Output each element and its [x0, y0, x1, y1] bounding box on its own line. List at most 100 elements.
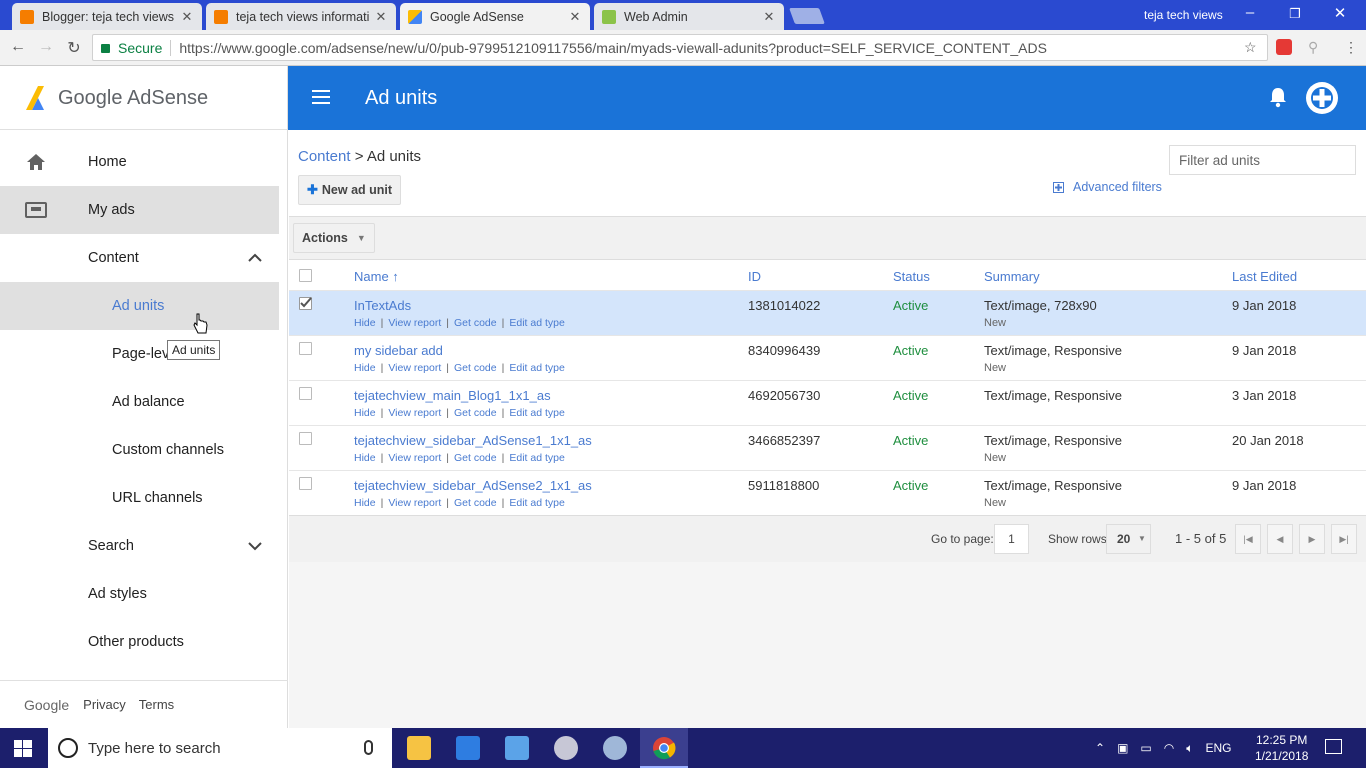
windows-start-icon[interactable] — [14, 740, 32, 760]
row-action-link[interactable]: View report — [388, 407, 441, 419]
row-checkbox[interactable] — [299, 432, 312, 445]
sidebar-item-content[interactable]: Content — [0, 234, 279, 282]
app-icon[interactable] — [603, 736, 627, 760]
row-action-link[interactable]: Edit ad type — [509, 452, 564, 464]
row-action-link[interactable]: Edit ad type — [509, 317, 564, 329]
row-action-link[interactable]: Edit ad type — [509, 407, 564, 419]
advanced-filters-link[interactable]: Advanced filters — [1053, 180, 1162, 194]
microphone-icon[interactable] — [364, 740, 373, 755]
row-action-link[interactable]: Hide — [354, 452, 376, 464]
url-text[interactable]: https://www.google.com/adsense/new/u/0/p… — [179, 40, 1047, 56]
account-avatar[interactable] — [1306, 82, 1338, 114]
first-page-icon[interactable]: |◀ — [1235, 524, 1261, 554]
ad-unit-name-link[interactable]: tejatechview_sidebar_AdSense1_1x1_as — [354, 433, 592, 448]
row-action-link[interactable]: Get code — [454, 407, 497, 419]
row-action-link[interactable]: Hide — [354, 407, 376, 419]
restore-icon[interactable]: ❐ — [1275, 6, 1315, 22]
chevron-up-icon[interactable] — [248, 250, 262, 266]
terms-link[interactable]: Terms — [139, 697, 174, 712]
reload-icon[interactable]: ↻ — [64, 38, 84, 58]
row-action-link[interactable]: View report — [388, 362, 441, 374]
profile-name[interactable]: teja tech views — [1144, 8, 1223, 22]
table-row[interactable]: tejatechview_sidebar_AdSense1_1x1_as Hide… — [289, 425, 1366, 470]
sidebar-item-other-products[interactable]: Other products — [0, 618, 279, 666]
column-status-header[interactable]: Status — [893, 269, 930, 284]
wifi-icon[interactable]: ◠ — [1164, 741, 1174, 755]
sidebar-item-ad-units[interactable]: Ad units — [0, 282, 279, 330]
table-row[interactable]: my sidebar add Hide | View report | Get code |… — [289, 335, 1366, 380]
close-icon[interactable]: ✕ — [762, 9, 776, 25]
row-action-link[interactable]: Edit ad type — [509, 497, 564, 509]
select-all-checkbox[interactable] — [299, 269, 312, 282]
row-action-link[interactable]: Hide — [354, 497, 376, 509]
bookmark-star-icon[interactable]: ☆ — [1244, 39, 1257, 56]
column-last-edited-header[interactable]: Last Edited — [1232, 269, 1297, 284]
browser-tab-active[interactable]: Google AdSense ✕ — [400, 3, 590, 30]
actions-dropdown[interactable]: Actions ▼ — [293, 223, 375, 253]
page-number-input[interactable]: 1 — [994, 524, 1029, 554]
row-action-link[interactable]: Hide — [354, 317, 376, 329]
row-action-link[interactable]: Get code — [454, 317, 497, 329]
secure-indicator[interactable]: Secure — [93, 40, 162, 56]
column-summary-header[interactable]: Summary — [984, 269, 1040, 284]
extension-icon[interactable] — [1276, 39, 1292, 55]
row-action-link[interactable]: Hide — [354, 362, 376, 374]
table-row[interactable]: InTextAds Hide | View report | Get code | Edit … — [289, 290, 1366, 335]
privacy-link[interactable]: Privacy — [83, 697, 126, 712]
paint-icon[interactable] — [554, 736, 578, 760]
extension-icon[interactable]: ⚲ — [1308, 39, 1318, 56]
store-icon[interactable] — [456, 736, 480, 760]
chrome-taskbar-button[interactable] — [640, 728, 688, 768]
network-adapter-icon[interactable]: ▣ — [1117, 741, 1128, 755]
sidebar-item-home[interactable]: Home — [0, 138, 279, 186]
address-bar[interactable]: Secure https://www.google.com/adsense/ne… — [92, 34, 1268, 61]
browser-tab[interactable]: teja tech views informati ✕ — [206, 3, 396, 30]
battery-icon[interactable]: ▭ — [1140, 741, 1151, 755]
sidebar-item-custom-channels[interactable]: Custom channels — [0, 426, 279, 474]
ad-unit-name-link[interactable]: tejatechview_sidebar_AdSense2_1x1_as — [354, 478, 592, 493]
table-row[interactable]: tejatechview_main_Blog1_1x1_as Hide | View … — [289, 380, 1366, 425]
sidebar-item-ad-balance[interactable]: Ad balance — [0, 378, 279, 426]
close-icon[interactable]: ✕ — [180, 9, 194, 25]
next-page-icon[interactable]: ▶ — [1299, 524, 1325, 554]
forward-icon[interactable]: → — [36, 38, 56, 56]
sidebar-item-url-channels[interactable]: URL channels — [0, 474, 279, 522]
browser-tab[interactable]: Blogger: teja tech views ✕ — [12, 3, 202, 30]
new-ad-unit-button[interactable]: ✚ New ad unit — [298, 175, 402, 205]
row-action-link[interactable]: Get code — [454, 497, 497, 509]
new-tab-button[interactable] — [789, 8, 825, 24]
browser-tab[interactable]: Web Admin ✕ — [594, 3, 784, 30]
sidebar-item-page-level[interactable]: Page-lev — [0, 330, 279, 378]
sidebar-item-ad-styles[interactable]: Ad styles — [0, 570, 279, 618]
hamburger-menu-icon[interactable] — [312, 90, 330, 104]
file-explorer-icon[interactable] — [407, 736, 431, 760]
close-icon[interactable]: ✕ — [374, 9, 388, 25]
ad-unit-name-link[interactable]: my sidebar add — [354, 343, 443, 358]
sidebar-item-search[interactable]: Search — [0, 522, 279, 570]
filter-input[interactable] — [1169, 145, 1356, 175]
rows-per-page-select[interactable]: 20 ▼ — [1106, 524, 1151, 554]
action-center-icon[interactable] — [1325, 739, 1342, 754]
column-name-header[interactable]: Name ↑ — [354, 269, 399, 284]
row-action-link[interactable]: View report — [388, 497, 441, 509]
row-checkbox[interactable] — [299, 477, 312, 490]
sidebar-item-my-ads[interactable]: My ads — [0, 186, 279, 234]
ad-unit-name-link[interactable]: InTextAds — [354, 298, 411, 313]
close-icon[interactable]: ✕ — [568, 9, 582, 25]
clock[interactable]: 12:25 PM 1/21/2018 — [1255, 732, 1308, 764]
language-indicator[interactable]: ENG — [1205, 741, 1231, 755]
notification-bell-icon[interactable] — [1268, 86, 1288, 108]
taskbar-search-box[interactable]: Type here to search — [48, 728, 392, 768]
row-action-link[interactable]: Edit ad type — [509, 362, 564, 374]
row-checkbox[interactable] — [299, 342, 312, 355]
row-action-link[interactable]: Get code — [454, 452, 497, 464]
row-action-link[interactable]: View report — [388, 452, 441, 464]
chevron-up-icon[interactable]: ⌃ — [1095, 741, 1105, 755]
volume-icon[interactable]: 🔈︎ — [1186, 741, 1193, 756]
menu-dots-icon[interactable]: ⋮ — [1344, 39, 1358, 56]
row-checkbox[interactable] — [299, 387, 312, 400]
adsense-logo[interactable]: Google AdSense — [24, 86, 208, 110]
app-icon[interactable] — [505, 736, 529, 760]
back-icon[interactable]: ← — [8, 38, 28, 56]
last-page-icon[interactable]: ▶| — [1331, 524, 1357, 554]
